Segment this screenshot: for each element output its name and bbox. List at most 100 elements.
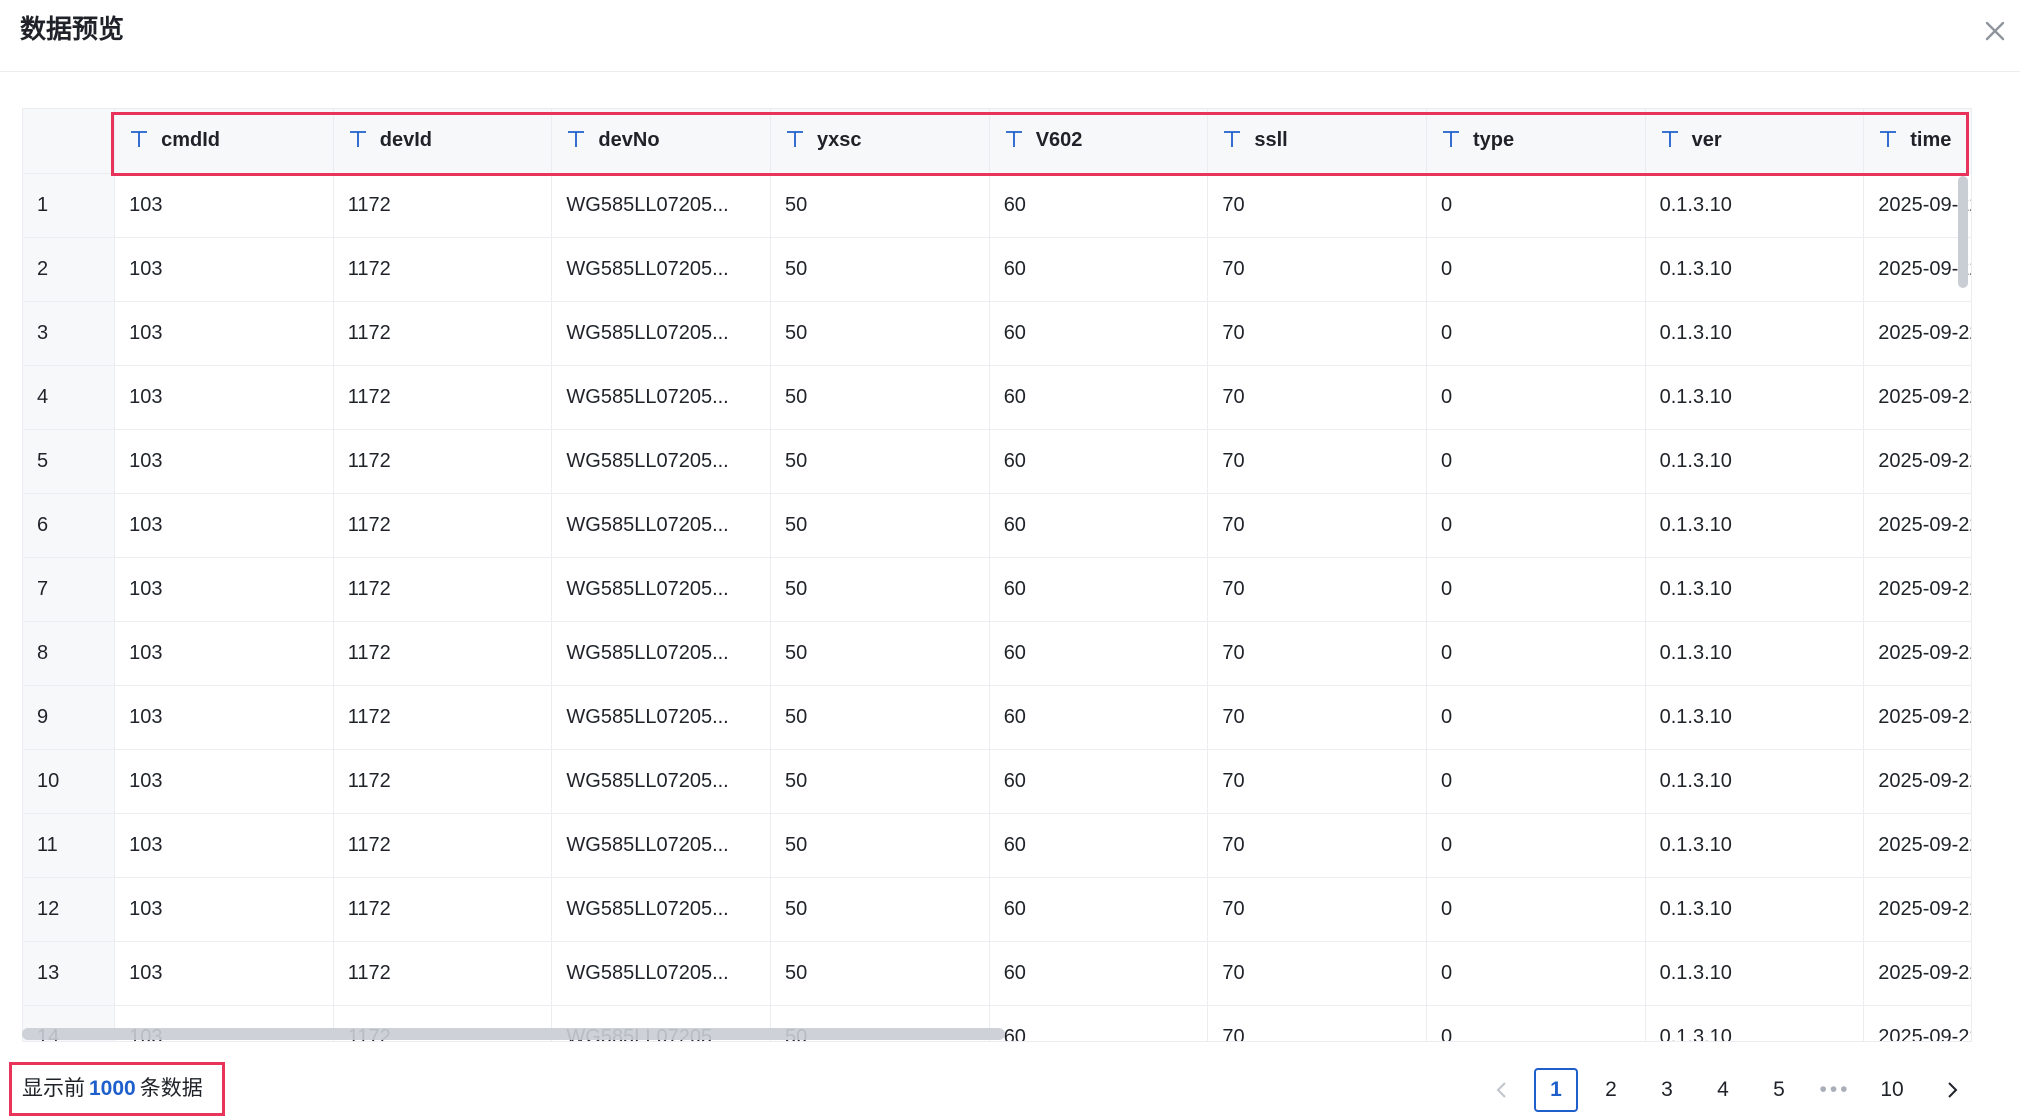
table-cell-time: 2025-09-22T01:... <box>1863 493 1971 558</box>
table-row[interactable]: 8 103 1172 WG585LL07205... 50 60 70 0 0.1.3.10 20… <box>23 621 1971 686</box>
table-row[interactable]: 13 103 1172 WG585LL07205... 50 60 70 0 0.1.3.10 2… <box>23 941 1971 1006</box>
table-cell-devid: 1172 <box>333 877 553 942</box>
table-cell-cmdid: 103 <box>114 557 334 622</box>
table-row[interactable]: 11 103 1172 WG585LL07205... 50 60 70 0 0.1.3.10 2… <box>23 813 1971 878</box>
data-table: cmdId devId devNo yxsc V602 ssll type ver time 1… <box>23 109 1971 1041</box>
table-row[interactable]: 12 103 1172 WG585LL07205... 50 60 70 0 0.1.3.10 2… <box>23 877 1971 942</box>
column-header-label: cmdId <box>161 129 221 152</box>
table-cell-devno: WG585LL07205... <box>551 685 772 750</box>
column-header-label: devId <box>379 129 433 152</box>
page-button-4[interactable]: 4 <box>1701 1068 1745 1112</box>
table-cell-ver: 0.1.3.10 <box>1645 493 1865 558</box>
row-index: 4 <box>23 365 116 430</box>
table-cell-time: 2025-09-22T01:... <box>1863 365 1971 430</box>
table-cell-ver: 0.1.3.10 <box>1645 749 1865 814</box>
table-cell-ssll: 70 <box>1207 429 1427 494</box>
table-cell-devno: WG585LL07205... <box>551 429 772 494</box>
column-header[interactable]: cmdId <box>114 109 334 174</box>
column-header[interactable]: devNo <box>551 109 772 174</box>
table-cell-devno: WG585LL07205... <box>551 493 772 558</box>
page-button-10[interactable]: 10 <box>1870 1068 1914 1112</box>
column-header-label: ssll <box>1254 129 1288 152</box>
table-cell-yxsc: 50 <box>770 365 990 430</box>
vertical-scrollbar[interactable] <box>1958 176 1968 1026</box>
table-cell-type: 0 <box>1426 813 1646 878</box>
column-header-label: type <box>1472 129 1515 152</box>
table-row[interactable]: 1 103 1172 WG585LL07205... 50 60 70 0 0.1.3.10 20… <box>23 173 1971 238</box>
table-cell-v602: 60 <box>989 749 1209 814</box>
column-header-label: devNo <box>598 129 660 152</box>
table-cell-v602: 60 <box>989 429 1209 494</box>
table-cell-ver: 0.1.3.10 <box>1645 237 1865 302</box>
row-index: 10 <box>23 749 116 814</box>
text-type-icon <box>1005 131 1022 148</box>
horizontal-scrollbar[interactable] <box>22 1028 1972 1040</box>
row-index: 6 <box>23 493 116 558</box>
text-type-icon <box>568 131 585 148</box>
table-cell-yxsc: 50 <box>770 429 990 494</box>
table-body: 1 103 1172 WG585LL07205... 50 60 70 0 0.1.3.10 20… <box>23 173 1971 1041</box>
column-header[interactable]: type <box>1426 109 1646 174</box>
table-cell-time: 2025-09-22T01:... <box>1863 877 1971 942</box>
column-header[interactable]: V602 <box>989 109 1209 174</box>
table-cell-yxsc: 50 <box>770 173 990 238</box>
data-table-container[interactable]: cmdId devId devNo yxsc V602 ssll type ver time 1… <box>22 108 1972 1042</box>
row-index: 1 <box>23 173 116 238</box>
table-row[interactable]: 2 103 1172 WG585LL07205... 50 60 70 0 0.1.3.10 20… <box>23 237 1971 302</box>
modal-header: 数据预览 <box>0 0 2020 72</box>
table-cell-devno: WG585LL07205... <box>551 557 772 622</box>
table-cell-devid: 1172 <box>333 621 553 686</box>
table-cell-type: 0 <box>1426 429 1646 494</box>
table-row[interactable]: 4 103 1172 WG585LL07205... 50 60 70 0 0.1.3.10 20… <box>23 365 1971 430</box>
column-header[interactable]: yxsc <box>770 109 990 174</box>
page-button-1[interactable]: 1 <box>1534 1068 1578 1112</box>
row-index: 3 <box>23 301 116 366</box>
horizontal-scroll-thumb[interactable] <box>22 1028 1005 1040</box>
next-page-button[interactable] <box>1930 1068 1974 1112</box>
table-cell-v602: 60 <box>989 173 1209 238</box>
table-cell-ver: 0.1.3.10 <box>1645 621 1865 686</box>
page-button-2[interactable]: 2 <box>1589 1068 1633 1112</box>
page-button-5[interactable]: 5 <box>1757 1068 1801 1112</box>
table-row[interactable]: 6 103 1172 WG585LL07205... 50 60 70 0 0.1.3.10 20… <box>23 493 1971 558</box>
table-cell-devid: 1172 <box>333 749 553 814</box>
column-header-label: ver <box>1691 129 1722 152</box>
page-ellipsis[interactable]: ••• <box>1813 1068 1857 1112</box>
close-button[interactable] <box>1978 14 2012 48</box>
table-cell-ssll: 70 <box>1207 557 1427 622</box>
table-row[interactable]: 9 103 1172 WG585LL07205... 50 60 70 0 0.1.3.10 20… <box>23 685 1971 750</box>
table-row[interactable]: 10 103 1172 WG585LL07205... 50 60 70 0 0.1.3.10 2… <box>23 749 1971 814</box>
table-cell-ssll: 70 <box>1207 877 1427 942</box>
row-index: 13 <box>23 941 116 1006</box>
chevron-right-icon <box>1948 1082 1958 1098</box>
table-cell-yxsc: 50 <box>770 301 990 366</box>
data-preview-modal: 数据预览 cmdId devId devNo yxsc V602 ssll type ver t… <box>0 0 2020 1117</box>
column-header[interactable]: ssll <box>1207 109 1427 174</box>
table-cell-type: 0 <box>1426 749 1646 814</box>
table-cell-yxsc: 50 <box>770 493 990 558</box>
table-cell-ssll: 70 <box>1207 621 1427 686</box>
page-button-3[interactable]: 3 <box>1645 1068 1689 1112</box>
text-type-icon <box>1224 131 1241 148</box>
table-cell-devid: 1172 <box>333 301 553 366</box>
table-cell-time: 2025-09-22T01:... <box>1863 301 1971 366</box>
column-header[interactable]: devId <box>333 109 553 174</box>
table-cell-devno: WG585LL07205... <box>551 877 772 942</box>
prev-page-button[interactable] <box>1480 1068 1524 1112</box>
table-row[interactable]: 5 103 1172 WG585LL07205... 50 60 70 0 0.1.3.10 20… <box>23 429 1971 494</box>
table-cell-cmdid: 103 <box>114 621 334 686</box>
column-header[interactable]: time <box>1863 109 1971 174</box>
table-cell-cmdid: 103 <box>114 301 334 366</box>
vertical-scroll-thumb[interactable] <box>1958 176 1968 288</box>
table-cell-cmdid: 103 <box>114 365 334 430</box>
table-cell-time: 2025-09-22T01:... <box>1863 813 1971 878</box>
column-header[interactable]: ver <box>1645 109 1865 174</box>
table-row[interactable]: 3 103 1172 WG585LL07205... 50 60 70 0 0.1.3.10 20… <box>23 301 1971 366</box>
table-cell-yxsc: 50 <box>770 749 990 814</box>
table-cell-type: 0 <box>1426 621 1646 686</box>
table-cell-time: 2025-09-22T01:... <box>1863 685 1971 750</box>
table-cell-devid: 1172 <box>333 237 553 302</box>
table-row[interactable]: 7 103 1172 WG585LL07205... 50 60 70 0 0.1.3.10 20… <box>23 557 1971 622</box>
table-cell-type: 0 <box>1426 493 1646 558</box>
column-header-label: V602 <box>1035 129 1083 152</box>
